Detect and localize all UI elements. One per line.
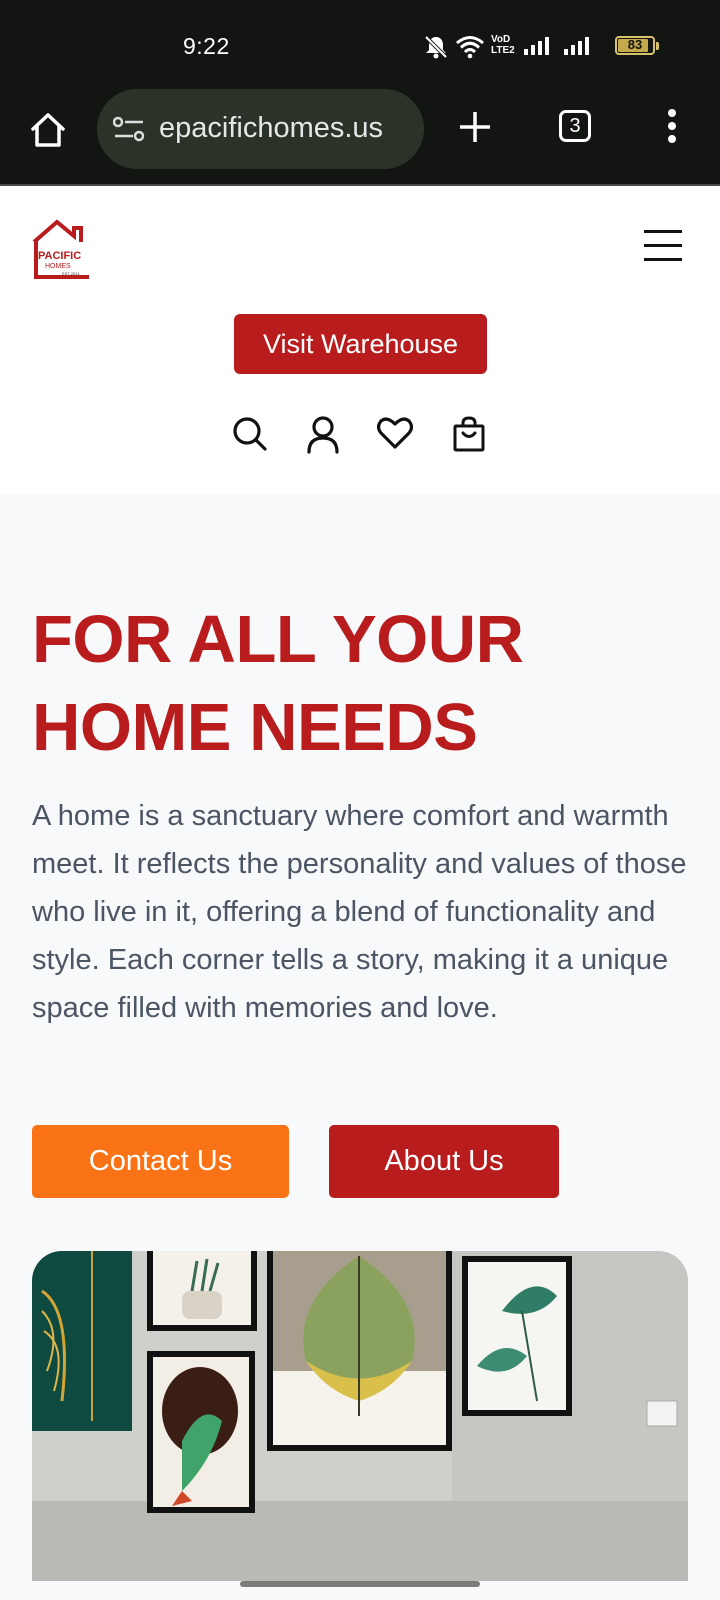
battery-icon: 83 bbox=[615, 36, 655, 55]
wall-art-illustration bbox=[32, 1251, 688, 1581]
address-bar[interactable]: epacifichomes.us bbox=[97, 89, 424, 169]
site-settings-icon[interactable] bbox=[113, 116, 145, 142]
new-tab-icon[interactable] bbox=[458, 110, 492, 144]
wifi-icon bbox=[456, 36, 484, 59]
shopping-bag-icon[interactable] bbox=[452, 416, 486, 452]
status-icons: VoD LTE2 83 bbox=[423, 32, 663, 60]
mute-icon bbox=[424, 35, 448, 59]
url-text[interactable]: epacifichomes.us bbox=[159, 112, 414, 145]
tab-switcher-button[interactable]: 3 bbox=[559, 110, 591, 142]
network-label: VoD LTE2 bbox=[491, 34, 515, 56]
search-icon[interactable] bbox=[232, 416, 268, 452]
gesture-home-indicator[interactable] bbox=[240, 1581, 480, 1587]
hero-section: FOR ALL YOUR HOME NEEDS A home is a sanc… bbox=[0, 494, 720, 1600]
logo-subtext: HOMES bbox=[45, 263, 71, 270]
browser-toolbar: epacifichomes.us 3 bbox=[0, 80, 720, 186]
hamburger-menu-icon[interactable] bbox=[644, 230, 682, 262]
home-icon[interactable] bbox=[28, 110, 68, 150]
contact-us-button[interactable]: Contact Us bbox=[32, 1125, 289, 1198]
hero-image-wall-art bbox=[32, 1251, 688, 1581]
signal-icon-1 bbox=[524, 37, 549, 55]
pacific-homes-logo[interactable]: PACIFIC HOMES EST 2021 bbox=[31, 219, 91, 279]
visit-warehouse-button[interactable]: Visit Warehouse bbox=[234, 314, 487, 374]
hero-description: A home is a sanctuary where comfort and … bbox=[32, 800, 687, 1024]
battery-level: 83 bbox=[627, 37, 643, 52]
hero-title: FOR ALL YOUR HOME NEEDS bbox=[32, 602, 524, 765]
site-header: PACIFIC HOMES EST 2021 Visit Warehouse bbox=[0, 186, 720, 494]
more-options-icon[interactable] bbox=[666, 108, 678, 144]
signal-icon-2 bbox=[564, 37, 589, 55]
logo-text: PACIFIC bbox=[38, 250, 81, 262]
logo-est: EST 2021 bbox=[62, 271, 80, 276]
about-us-button[interactable]: About Us bbox=[329, 1125, 559, 1198]
account-icon[interactable] bbox=[305, 416, 341, 454]
wishlist-heart-icon[interactable] bbox=[377, 416, 413, 450]
status-time: 9:22 bbox=[183, 33, 230, 59]
status-bar: 9:22 VoD LTE2 83 bbox=[0, 0, 720, 80]
